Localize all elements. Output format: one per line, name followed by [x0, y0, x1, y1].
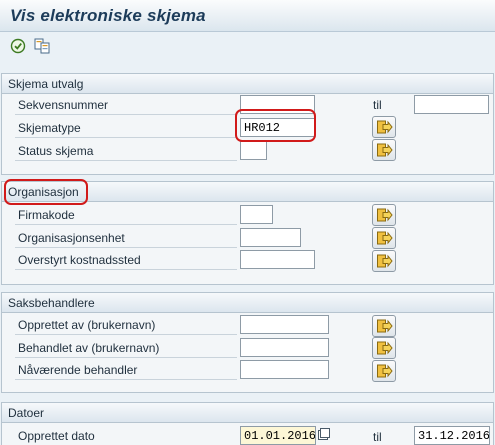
group-title: Skjema utvalg	[2, 74, 493, 94]
organisasjonsenhet-field[interactable]	[240, 228, 301, 247]
sekvensnummer-from-field[interactable]	[240, 95, 315, 114]
range-to-label: til	[373, 98, 382, 112]
multiple-selection-button[interactable]	[372, 250, 396, 272]
sekvensnummer-to-field[interactable]	[414, 95, 489, 114]
group-title: Datoer	[2, 403, 493, 423]
title-bar: Vis elektroniske skjema	[0, 0, 495, 32]
arrow-right-icon	[377, 120, 393, 134]
label-opprettet-av: Opprettet av (brukernavn)	[15, 317, 237, 335]
firmakode-field[interactable]	[240, 205, 273, 224]
label-skjematype: Skjematype	[15, 120, 237, 138]
opprettet-dato-to-field[interactable]	[414, 426, 490, 445]
application-toolbar	[0, 33, 495, 65]
kostnadssted-field[interactable]	[240, 250, 315, 269]
multiple-selection-button[interactable]	[372, 315, 396, 337]
arrow-right-icon	[377, 364, 393, 378]
label-organisasjonsenhet: Organisasjonsenhet	[15, 230, 237, 248]
status-skjema-field[interactable]	[240, 141, 267, 160]
label-overstyrt-kostnadssted: Overstyrt kostnadssted	[15, 252, 237, 270]
label-opprettet-dato: Opprettet dato	[15, 428, 237, 445]
arrow-right-icon	[377, 231, 393, 245]
multiple-selection-button[interactable]	[372, 360, 396, 382]
label-behandlet-av: Behandlet av (brukernavn)	[15, 340, 237, 358]
multiple-selection-button[interactable]	[372, 337, 396, 359]
arrow-right-icon	[377, 254, 393, 268]
get-variant-icon[interactable]	[34, 38, 52, 56]
multiple-selection-button[interactable]	[372, 116, 396, 138]
group-title: Saksbehandlere	[2, 293, 493, 313]
arrow-right-icon	[377, 143, 393, 157]
behandlet-av-field[interactable]	[240, 338, 329, 357]
label-firmakode: Firmakode	[15, 207, 237, 225]
opprettet-dato-from-field[interactable]	[240, 426, 316, 445]
label-navaerende-behandler: Nåværende behandler	[15, 362, 237, 380]
range-to-label: til	[373, 430, 382, 444]
arrow-right-icon	[377, 208, 393, 222]
page-title: Vis elektroniske skjema	[10, 6, 206, 25]
label-sekvensnummer: Sekvensnummer	[15, 97, 237, 115]
execute-icon[interactable]	[10, 38, 28, 56]
multiple-selection-button[interactable]	[372, 139, 396, 161]
label-status-skjema: Status skjema	[15, 143, 237, 161]
skjematype-field[interactable]	[240, 118, 315, 137]
multiple-selection-button[interactable]	[372, 204, 396, 226]
calendar-icon[interactable]	[318, 428, 330, 440]
navaerende-behandler-field[interactable]	[240, 360, 329, 379]
opprettet-av-field[interactable]	[240, 315, 329, 334]
multiple-selection-button[interactable]	[372, 227, 396, 249]
arrow-right-icon	[377, 319, 393, 333]
arrow-right-icon	[377, 341, 393, 355]
group-title: Organisasjon	[2, 182, 493, 202]
